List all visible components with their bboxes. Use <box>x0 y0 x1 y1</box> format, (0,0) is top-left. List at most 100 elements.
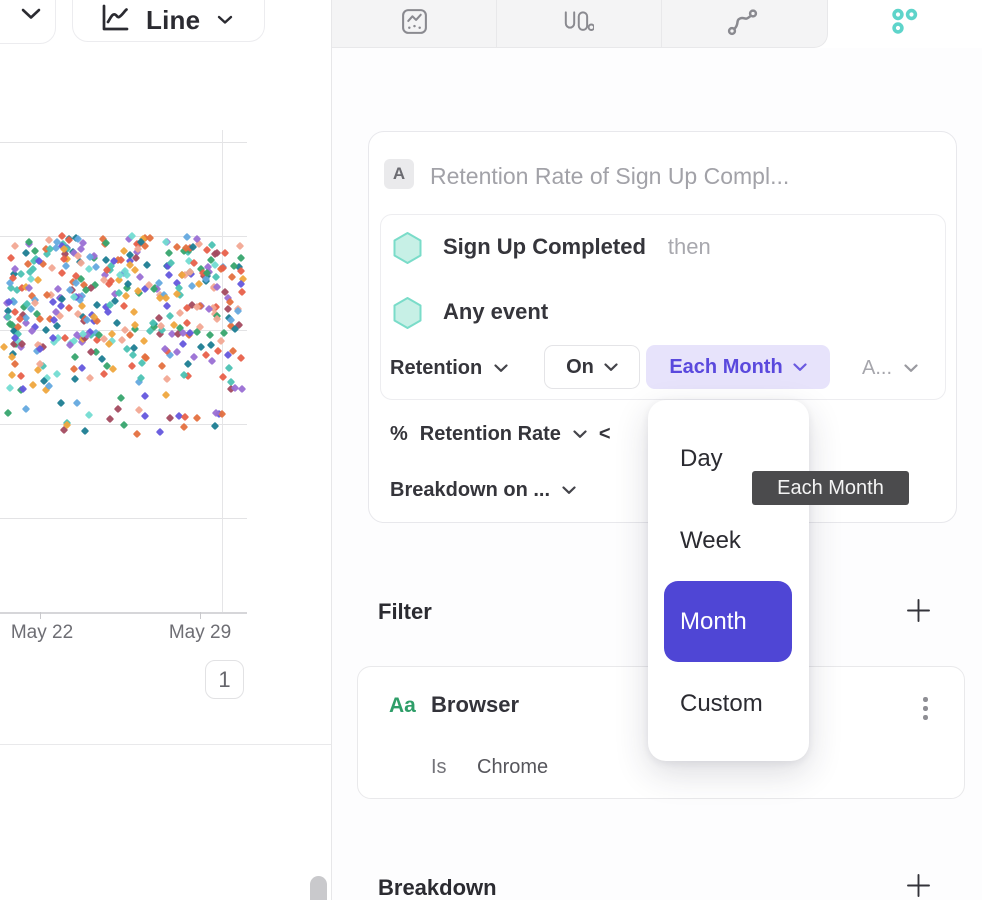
retention-dropdown[interactable]: Retention <box>390 357 508 380</box>
tab-combo-chart[interactable] <box>334 0 494 48</box>
add-breakdown-button[interactable] <box>904 874 932 900</box>
chart-type-button[interactable]: Line <box>72 0 265 42</box>
retention-label: Retention <box>390 357 482 380</box>
event-connector: then <box>668 234 711 260</box>
filter-value[interactable]: Chrome <box>477 756 548 779</box>
scatter-dot <box>165 248 173 256</box>
event-name[interactable]: Any event <box>443 299 548 325</box>
plus-icon <box>905 597 932 629</box>
scatter-dot <box>237 354 245 362</box>
scatter-dot <box>165 271 173 279</box>
add-filter-button[interactable] <box>904 599 932 627</box>
scatter-dot <box>227 273 235 281</box>
scatter-dot <box>21 405 29 413</box>
scatter-dot <box>81 426 89 434</box>
filter-menu-button[interactable] <box>917 691 934 726</box>
scatter-dot <box>235 241 243 249</box>
scatter-dot <box>206 331 214 339</box>
query-title[interactable]: Retention Rate of Sign Up Compl... <box>430 163 789 190</box>
scatter-dot <box>85 410 93 418</box>
tab-bar-columns[interactable] <box>498 0 658 48</box>
scatter-dot <box>92 262 100 270</box>
dropdown-item-week[interactable]: Week <box>680 527 741 555</box>
scatter-dot <box>104 308 112 316</box>
chevron-down-icon <box>573 430 587 439</box>
breakdown-on-dropdown[interactable]: Breakdown on ... <box>390 479 576 502</box>
scatter-dot <box>10 360 18 368</box>
scatter-dot <box>27 327 35 335</box>
kebab-dot <box>923 715 928 720</box>
actor-dropdown[interactable]: A... <box>862 357 918 380</box>
scatter-dot <box>114 404 122 412</box>
event-row[interactable]: Sign Up Completed then <box>443 234 711 260</box>
line-chart-icon <box>97 0 133 41</box>
scatter-dot <box>21 249 29 257</box>
scatter-dot <box>193 413 201 421</box>
flow-path-icon <box>727 8 758 41</box>
event-name[interactable]: Sign Up Completed <box>443 234 646 260</box>
scatter-dot <box>42 326 50 334</box>
kebab-dot <box>923 706 928 711</box>
tab-scatter-active[interactable] <box>828 0 982 48</box>
scatter-dot <box>11 242 19 250</box>
filter-property-name[interactable]: Browser <box>431 692 519 718</box>
scatter-dot <box>163 374 171 382</box>
combo-chart-icon <box>400 7 429 41</box>
chevron-down-icon <box>494 364 508 373</box>
scatter-dot <box>31 246 39 254</box>
scatter-dot <box>132 430 140 438</box>
dropdown-item-day[interactable]: Day <box>680 445 723 473</box>
scatter-dot <box>178 340 186 348</box>
event-row[interactable]: Any event <box>443 299 548 325</box>
scatter-dot <box>166 414 174 422</box>
scatter-dot <box>140 391 148 399</box>
scatter-dot <box>16 270 24 278</box>
chevron-down-icon <box>793 363 807 372</box>
on-dropdown-button[interactable]: On <box>544 345 640 389</box>
tab-flow-path[interactable] <box>662 0 822 48</box>
scatter-dot <box>237 288 245 296</box>
scatter-dot <box>181 413 189 421</box>
scatter-dot <box>208 357 216 365</box>
scatter-dot <box>4 409 12 417</box>
scatter-dot <box>210 422 218 430</box>
chevron-down-icon <box>217 15 233 25</box>
breakdown-heading: Breakdown <box>378 875 497 900</box>
scatter-dot <box>196 343 204 351</box>
scatter-dot <box>0 343 8 351</box>
left-dropdown-button[interactable] <box>0 0 56 44</box>
event-hexagon-icon <box>392 296 423 335</box>
dropdown-item-custom[interactable]: Custom <box>680 690 763 718</box>
measure-dropdown[interactable]: % Retention Rate < <box>390 423 611 446</box>
scatter-dot <box>73 399 81 407</box>
scrollbar-thumb[interactable] <box>310 876 327 900</box>
pagination-badge[interactable]: 1 <box>205 660 244 699</box>
dropdown-item-month-selected[interactable]: Month <box>664 581 792 662</box>
scatter-dot <box>158 361 166 369</box>
interval-dropdown-chip[interactable]: Each Month <box>646 345 830 389</box>
chevron-down-icon <box>562 486 576 495</box>
plus-icon <box>905 872 932 900</box>
scatter-dot <box>106 415 114 423</box>
scatter-dot <box>156 428 164 436</box>
scatter-dot <box>77 364 85 372</box>
event-hexagon-icon <box>392 231 423 270</box>
measure-label: Retention Rate <box>420 423 561 446</box>
scatter-dot <box>53 285 61 293</box>
measure-prefix: % <box>390 423 408 446</box>
scatter-dots-icon <box>890 7 920 42</box>
scatter-dot <box>236 253 244 261</box>
scatter-dot <box>176 308 184 316</box>
scatter-dot <box>29 380 37 388</box>
scatter-dot <box>217 336 225 344</box>
scatter-dot <box>219 373 227 381</box>
scatter-dot <box>183 233 191 241</box>
scatter-dot <box>93 300 101 308</box>
filter-operator[interactable]: Is <box>431 756 447 779</box>
bar-columns-icon <box>562 8 594 40</box>
on-label: On <box>566 356 594 379</box>
scatter-dot <box>136 273 144 281</box>
scatter-dot <box>238 385 246 393</box>
scatter-dot <box>70 353 78 361</box>
scatter-dot <box>166 312 174 320</box>
